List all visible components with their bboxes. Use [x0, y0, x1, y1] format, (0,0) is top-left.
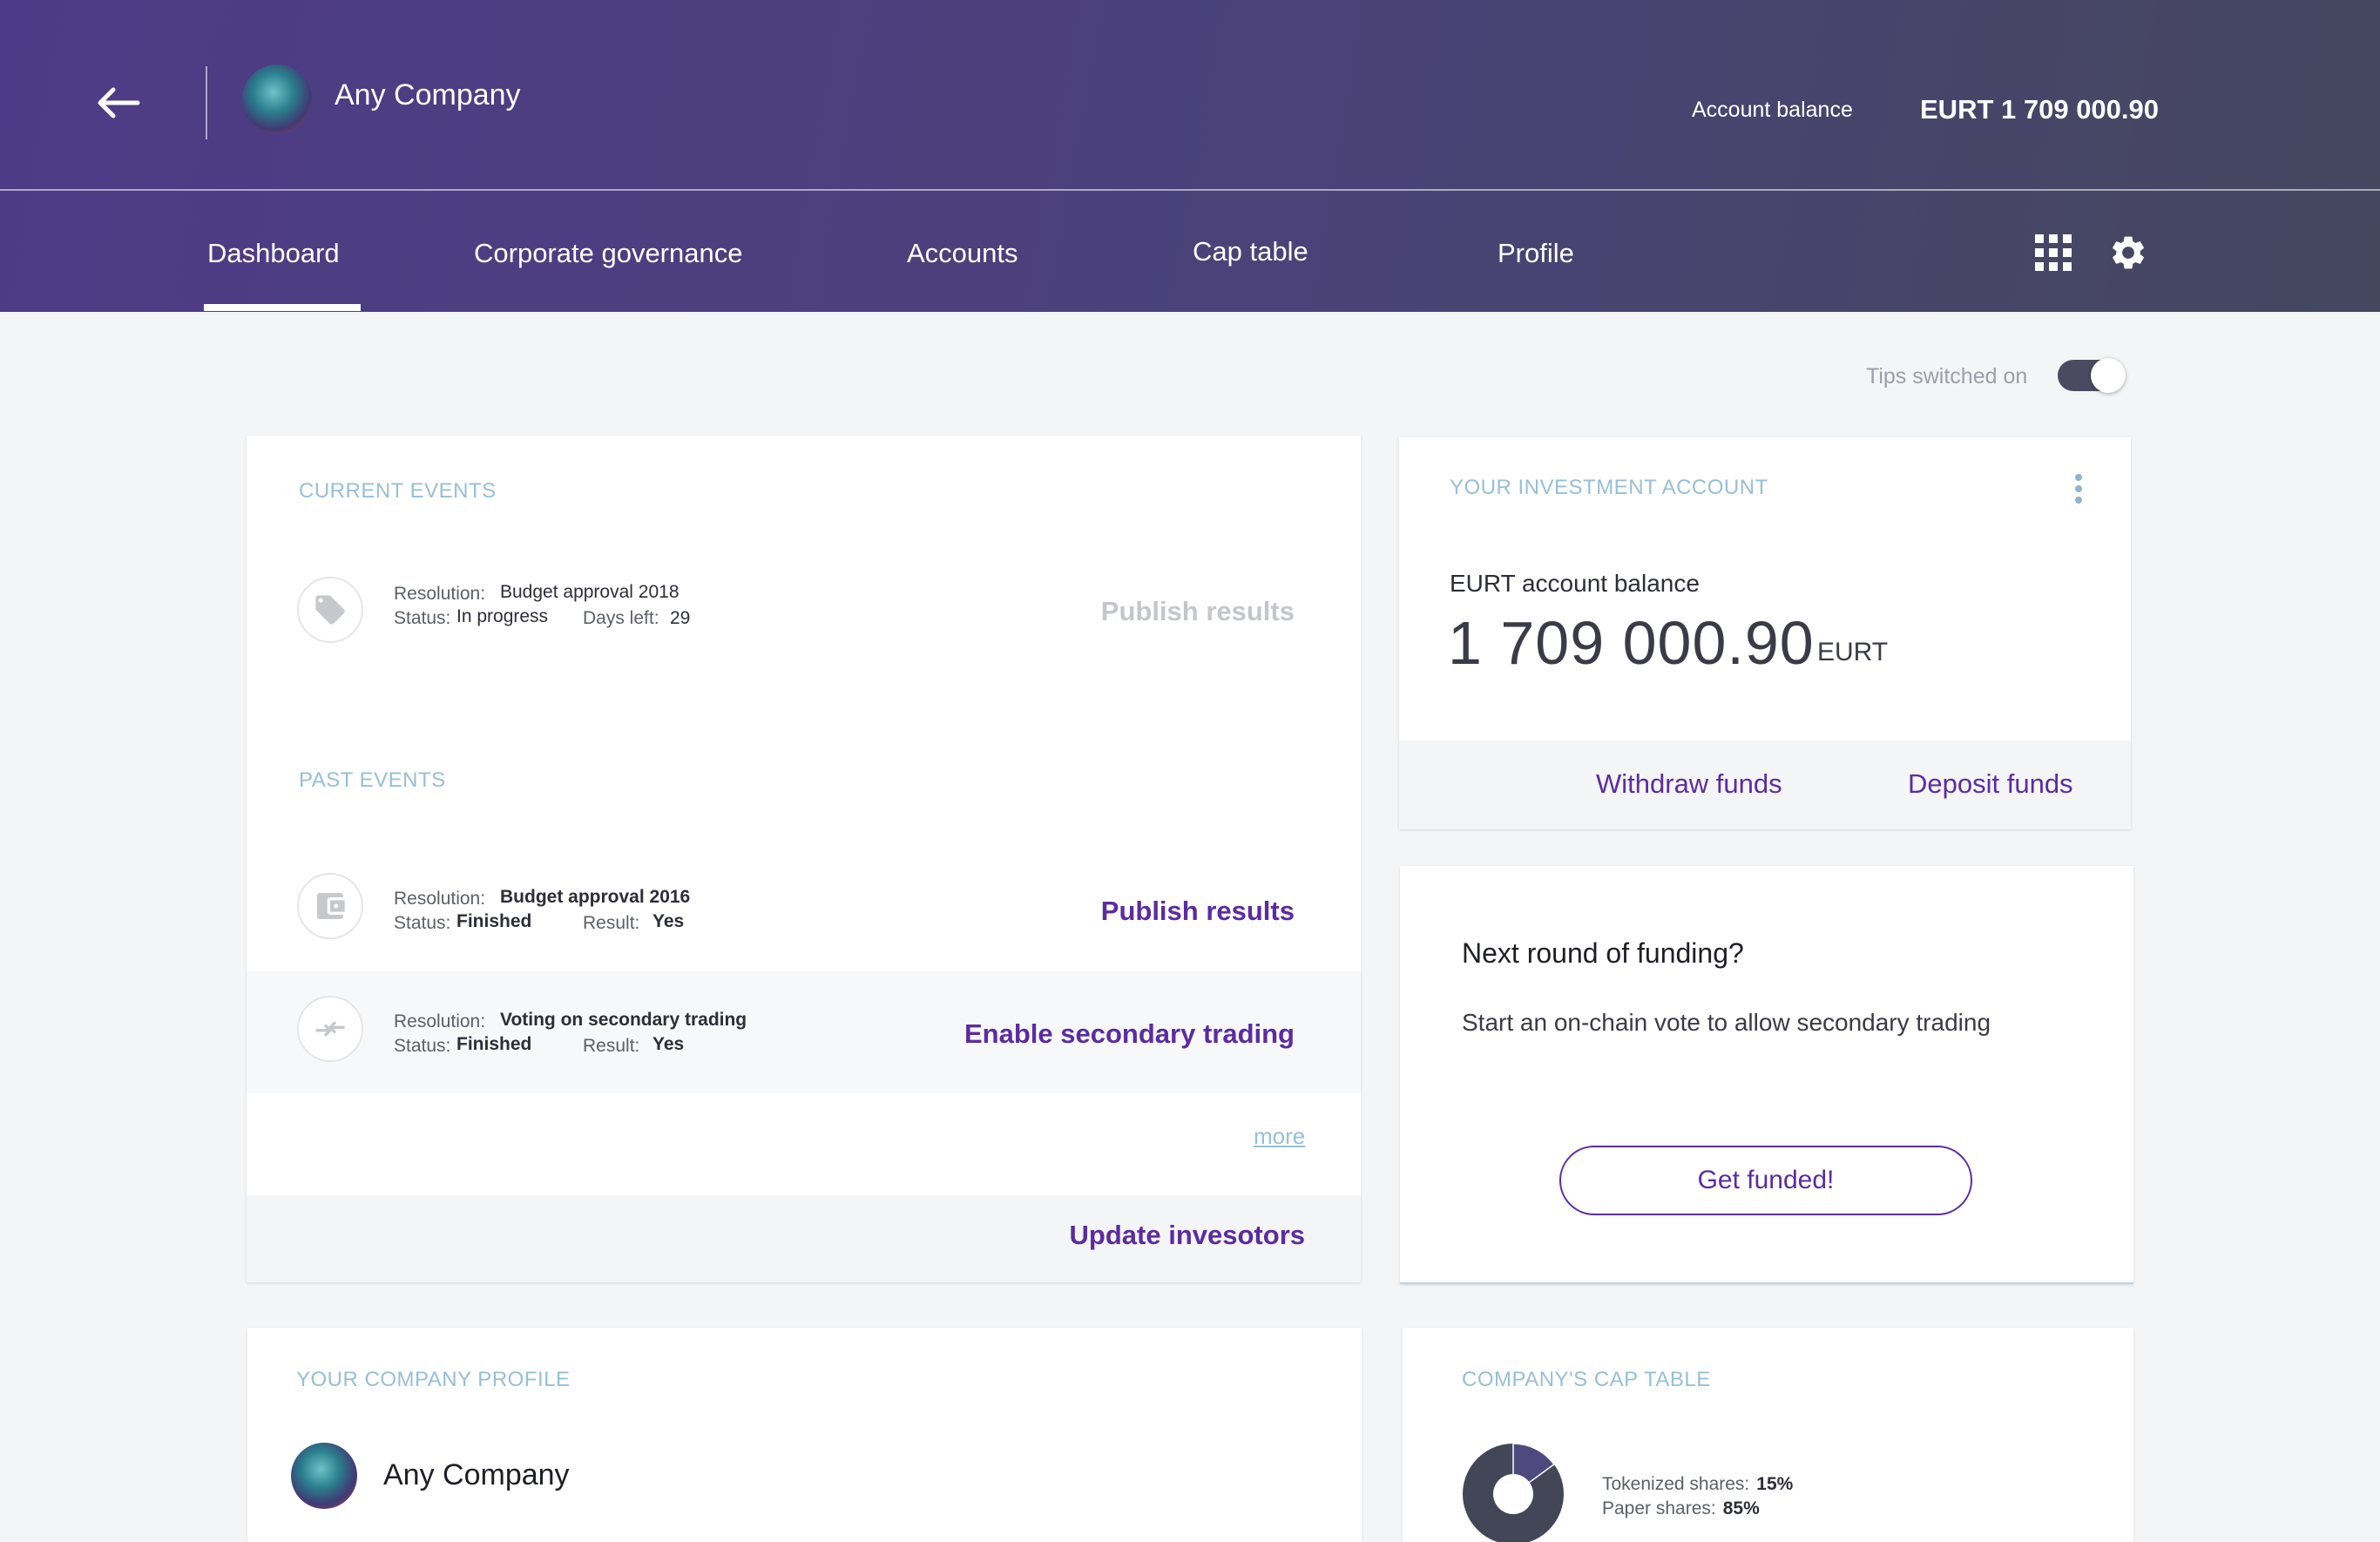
tab-dashboard[interactable]: Dashboard	[207, 238, 340, 269]
back-arrow-icon[interactable]	[94, 78, 143, 127]
top-bar: Any Company Account balance EURT 1 709 0…	[0, 0, 2380, 191]
status-value: Finished	[456, 1034, 532, 1054]
resolution-label: Resolution:	[394, 1011, 486, 1031]
days-left-value: 29	[670, 608, 691, 628]
event-row-past: Resolution: Budget approval 2016 Status:…	[247, 838, 1361, 958]
cap-table-donut	[1463, 1443, 1564, 1542]
resolution-value: Budget approval 2018	[500, 582, 680, 602]
events-footer: Update invesotors	[247, 1195, 1361, 1282]
get-funded-button[interactable]: Get funded!	[1559, 1146, 1972, 1215]
funding-text: Start an on-chain vote to allow secondar…	[1462, 1009, 1991, 1036]
app-header: Any Company Account balance EURT 1 709 0…	[0, 0, 2380, 312]
eurt-unit: EURT	[1817, 638, 1889, 666]
main-nav: Dashboard Corporate governance Accounts …	[0, 193, 2380, 312]
enable-secondary-trading-button[interactable]: Enable secondary trading	[964, 1018, 1295, 1050]
toggle-knob	[2091, 358, 2126, 393]
update-investors-button[interactable]: Update invesotors	[1070, 1220, 1305, 1251]
resolution-label: Resolution:	[394, 889, 486, 909]
result-value: Yes	[652, 911, 685, 931]
status-value: In progress	[456, 606, 549, 626]
paper-shares-legend: Paper shares: 85%	[1602, 1498, 1760, 1519]
tab-corporate-governance[interactable]: Corporate governance	[474, 238, 742, 269]
company-avatar[interactable]	[242, 64, 312, 134]
deposit-funds-button[interactable]: Deposit funds	[1908, 768, 2073, 800]
funding-card: Next round of funding? Start an on-chain…	[1400, 866, 2133, 1284]
paper-shares-value: 85%	[1722, 1498, 1760, 1518]
status-label: Status:	[394, 1036, 451, 1056]
publish-results-button[interactable]: Publish results	[1101, 596, 1295, 627]
company-name: Any Company	[383, 1458, 570, 1491]
more-link[interactable]: more	[1254, 1123, 1305, 1150]
withdraw-funds-button[interactable]: Withdraw funds	[1596, 768, 1782, 800]
tag-icon	[315, 595, 345, 625]
tokenized-shares-legend: Tokenized shares: 15%	[1602, 1474, 1793, 1495]
investment-account-title: YOUR INVESTMENT ACCOUNT	[1450, 476, 1768, 499]
account-balance-value: EURT 1 709 000.90	[1920, 94, 2160, 125]
investment-account-card: YOUR INVESTMENT ACCOUNT EURT account bal…	[1399, 437, 2131, 829]
event-icon-holder	[297, 873, 363, 939]
status-value: Finished	[456, 911, 532, 931]
tokenized-shares-label: Tokenized shares:	[1602, 1474, 1750, 1494]
result-label: Result:	[583, 1036, 640, 1056]
result-label: Result:	[583, 913, 640, 933]
company-name[interactable]: Any Company	[335, 78, 521, 112]
days-left-label: Days left:	[583, 608, 659, 628]
event-row-current: Resolution: Budget approval 2018 Status:…	[247, 542, 1361, 662]
publish-results-button[interactable]: Publish results	[1101, 896, 1295, 927]
eurt-balance-label: EURT account balance	[1450, 570, 1700, 597]
tokenized-shares-value: 15%	[1756, 1474, 1794, 1494]
header-divider	[206, 66, 207, 139]
gear-icon[interactable]	[2108, 233, 2148, 273]
event-icon-holder	[297, 577, 363, 643]
status-label: Status:	[394, 608, 451, 628]
past-events-title: PAST EVENTS	[299, 768, 446, 792]
tab-accounts[interactable]: Accounts	[907, 238, 1018, 269]
eurt-balance-amount: 1 709 000.90	[1448, 609, 1815, 677]
tab-cap-table[interactable]: Cap table	[1193, 236, 1308, 267]
company-profile-title: YOUR COMPANY PROFILE	[296, 1368, 571, 1391]
current-events-title: CURRENT EVENTS	[299, 479, 497, 503]
account-balance-label: Account balance	[1692, 98, 1853, 122]
event-icon-holder	[297, 996, 363, 1062]
more-options-icon[interactable]	[2075, 474, 2084, 505]
events-card: CURRENT EVENTS Resolution: Budget approv…	[247, 436, 1361, 1282]
active-tab-indicator	[204, 304, 361, 311]
cap-table-card: COMPANY'S CAP TABLE Tokenized shares: 15%…	[1403, 1328, 2133, 1542]
company-avatar	[291, 1443, 357, 1509]
funding-title: Next round of funding?	[1462, 937, 1744, 969]
resolution-value: Budget approval 2016	[500, 887, 691, 907]
tips-label: Tips switched on	[1866, 364, 2028, 389]
company-profile-card: YOUR COMPANY PROFILE Any Company	[247, 1328, 1362, 1542]
result-value: Yes	[652, 1034, 685, 1054]
tab-profile[interactable]: Profile	[1498, 238, 1574, 269]
tips-toggle[interactable]	[2058, 358, 2126, 393]
resolution-label: Resolution:	[394, 584, 486, 604]
status-label: Status:	[394, 913, 451, 933]
exchange-icon	[315, 1021, 345, 1037]
resolution-value: Voting on secondary trading	[500, 1010, 747, 1030]
donut-hole	[1493, 1474, 1533, 1514]
apps-grid-icon[interactable]	[2035, 234, 2072, 271]
wallet-icon	[317, 893, 345, 919]
paper-shares-label: Paper shares:	[1602, 1498, 1716, 1518]
event-row-past: Resolution: Voting on secondary trading …	[247, 971, 1361, 1093]
investment-footer: Withdraw funds Deposit funds	[1399, 741, 2131, 829]
cap-table-title: COMPANY'S CAP TABLE	[1462, 1368, 1711, 1391]
